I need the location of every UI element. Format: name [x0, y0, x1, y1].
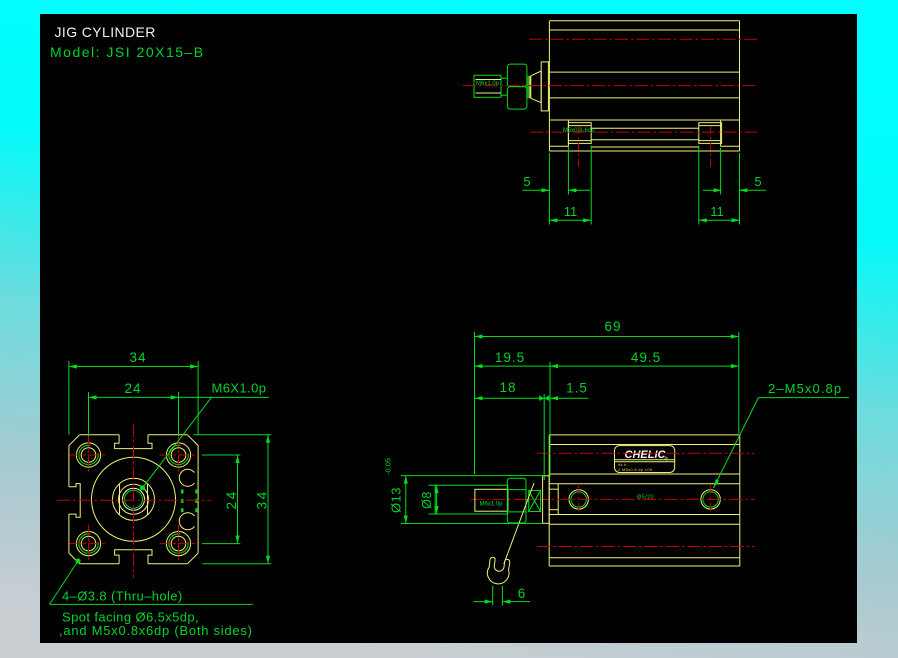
svg-text:34: 34: [129, 350, 146, 365]
svg-text:M5x0.8-6dp: M5x0.8-6dp: [563, 128, 595, 134]
svg-text:Ø13: Ø13: [389, 487, 404, 513]
svg-text:Spot facing Ø6.5x5dp,: Spot facing Ø6.5x5dp,: [62, 609, 199, 624]
svg-text:2–M5x0.8p: 2–M5x0.8p: [768, 381, 842, 396]
svg-text:2 M5x0.8 dp 10K: 2 M5x0.8 dp 10K: [618, 467, 653, 472]
svg-text:1.5: 1.5: [566, 381, 588, 396]
svg-text:-0.05: -0.05: [384, 458, 393, 475]
svg-text:24: 24: [224, 489, 239, 509]
svg-text:M6X1.0p: M6X1.0p: [212, 380, 267, 395]
svg-text:M6x1.0p: M6x1.0p: [479, 501, 503, 507]
svg-text:24: 24: [124, 381, 141, 396]
svg-text:49.5: 49.5: [631, 350, 661, 365]
svg-text:18: 18: [499, 380, 516, 395]
svg-text:4–Ø3.8 (Thru–hole): 4–Ø3.8 (Thru–hole): [62, 589, 183, 604]
svg-text:5: 5: [754, 174, 761, 189]
svg-text:5: 5: [523, 174, 530, 189]
svg-text:Model: JSI 20X15–B: Model: JSI 20X15–B: [50, 44, 205, 60]
svg-text:11: 11: [564, 204, 578, 219]
svg-text:34: 34: [255, 489, 270, 509]
svg-text:JIG CYLINDER: JIG CYLINDER: [55, 24, 156, 40]
svg-text:19.5: 19.5: [495, 350, 525, 365]
svg-text:11: 11: [710, 204, 724, 219]
svg-text:6: 6: [518, 586, 526, 601]
svg-text:Ø8: Ø8: [420, 491, 434, 509]
svg-text:69: 69: [604, 319, 621, 334]
svg-text:,and M5x0.8x6dp (Both sides): ,and M5x0.8x6dp (Both sides): [59, 623, 253, 638]
